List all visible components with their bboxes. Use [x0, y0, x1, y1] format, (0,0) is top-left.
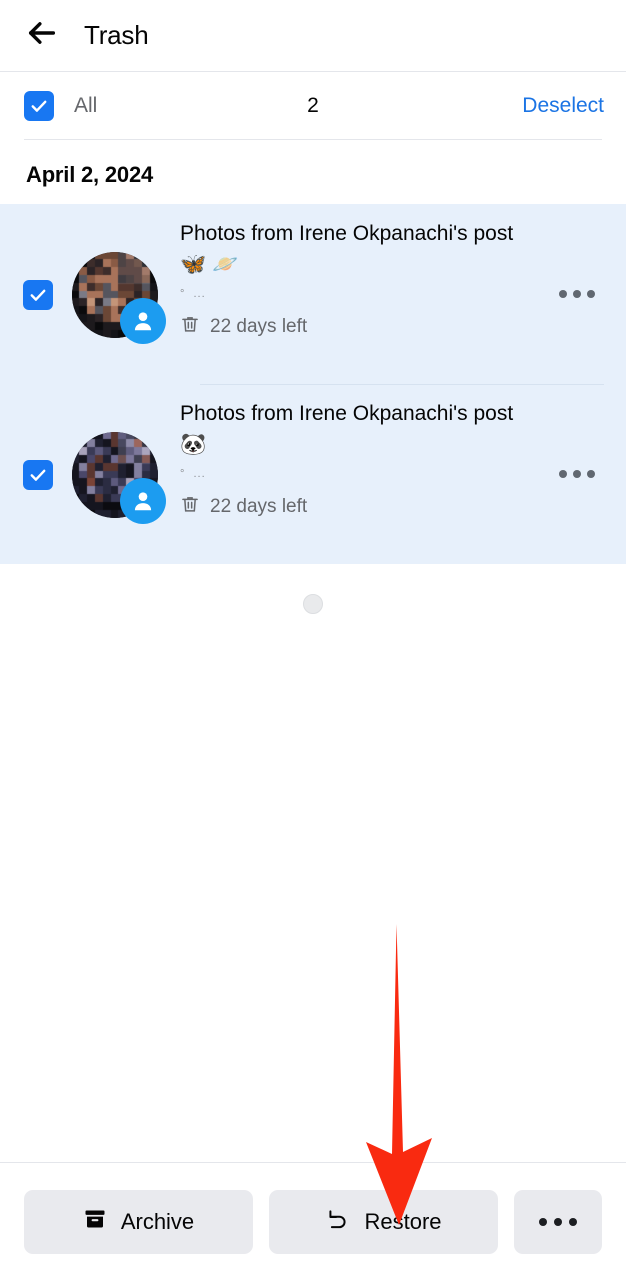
trash-item-group: Photos from Irene Okpanachi's post 🦋 🪐 °… [0, 204, 626, 564]
bottom-action-bar: Archive Restore [0, 1162, 626, 1280]
trash-icon [180, 313, 200, 341]
check-icon [29, 96, 49, 116]
meta-degree: ° [180, 288, 185, 300]
avatar[interactable] [72, 252, 166, 344]
item-emoji: 🦋 🪐 [180, 253, 239, 276]
date-header: April 2, 2024 [0, 140, 626, 204]
person-icon [120, 298, 166, 344]
row-checkbox-wrap [0, 280, 76, 310]
avatar[interactable] [72, 432, 166, 524]
meta-ellipsis: ... [193, 468, 206, 480]
app-bar: Trash [0, 0, 626, 72]
archive-box-icon [83, 1207, 107, 1237]
item-title: Photos from Irene Okpanachi's post [180, 402, 514, 425]
trash-icon [180, 493, 200, 521]
archive-button-label: Archive [120, 1208, 195, 1234]
row-checkbox[interactable] [23, 280, 53, 310]
person-icon [120, 478, 166, 524]
trash-screen: Trash All 2 Deselect April 2, 2024 Photo… [0, 0, 626, 1280]
item-truncated-meta: ° ... [180, 468, 546, 481]
meta-ellipsis: ... [193, 288, 206, 300]
row-divider [200, 384, 604, 385]
check-icon [28, 465, 48, 485]
deselect-button[interactable]: Deselect [522, 94, 604, 118]
row-checkbox-wrap [0, 460, 76, 490]
item-title: Photos from Irene Okpanachi's post [180, 222, 514, 245]
back-button[interactable] [20, 14, 64, 58]
item-expiry: 22 days left [180, 493, 546, 521]
more-options-button[interactable] [514, 1189, 602, 1254]
item-truncated-meta: ° ... [180, 288, 546, 301]
archive-button[interactable]: Archive [24, 1189, 253, 1254]
row-checkbox[interactable] [23, 460, 53, 490]
page-title: Trash [84, 20, 149, 50]
overflow-menu-icon[interactable] [550, 274, 604, 314]
overflow-menu-icon[interactable] [550, 454, 604, 494]
undo-arrow-icon [325, 1206, 350, 1237]
select-all-checkbox[interactable] [24, 91, 54, 121]
table-row[interactable]: Photos from Irene Okpanachi's post 🐼 ° .… [0, 384, 626, 564]
item-expiry-label: 22 days left [210, 496, 308, 517]
restore-button-label: Restore [364, 1208, 442, 1234]
loading-spinner [303, 594, 323, 614]
select-all-label: All [74, 94, 98, 117]
table-row[interactable]: Photos from Irene Okpanachi's post 🦋 🪐 °… [0, 204, 626, 384]
restore-button[interactable]: Restore [269, 1189, 498, 1254]
item-emoji: 🐼 [180, 433, 207, 456]
item-expiry: 22 days left [180, 313, 546, 341]
arrow-left-icon [25, 16, 59, 55]
selection-bar: All 2 Deselect [0, 72, 626, 140]
item-expiry-label: 22 days left [210, 316, 308, 337]
meta-degree: ° [180, 468, 185, 480]
loading-zone [0, 564, 626, 644]
check-icon [28, 285, 48, 305]
